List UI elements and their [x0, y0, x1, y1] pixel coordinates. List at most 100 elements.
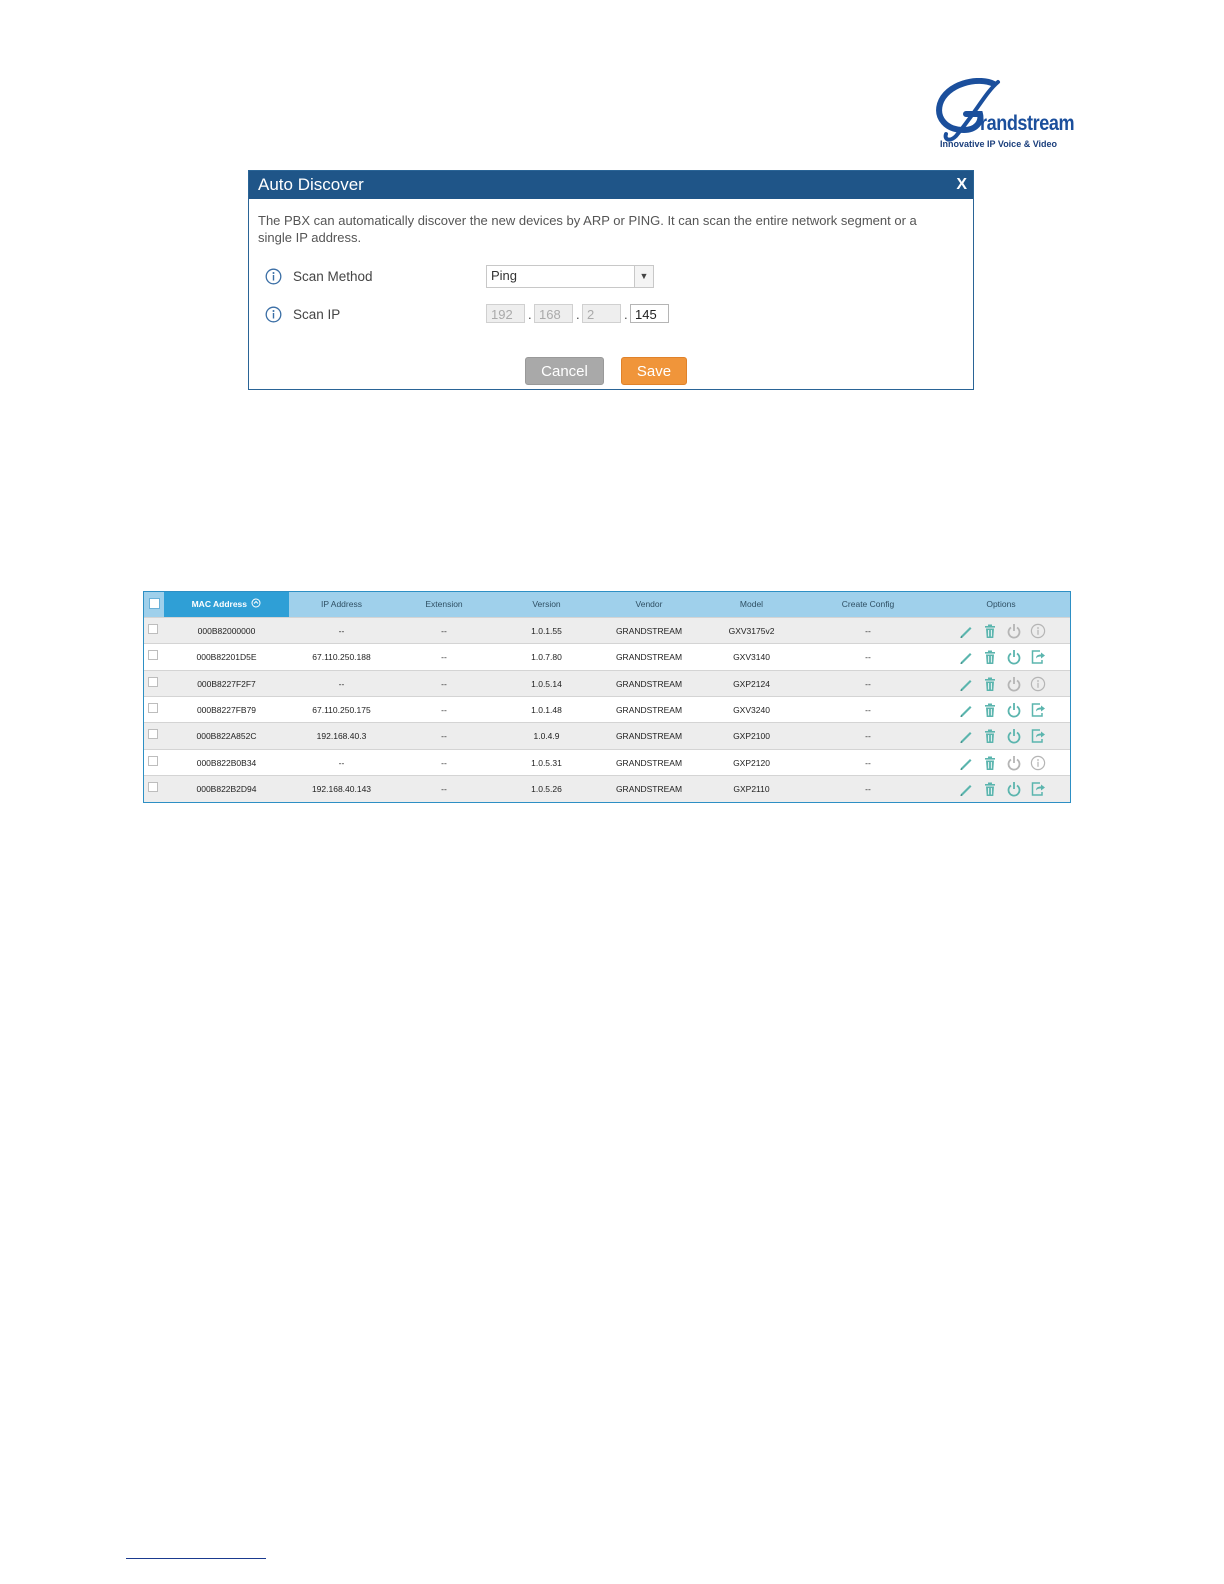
cell-version: 1.0.5.26 [531, 783, 562, 794]
close-button[interactable]: X [956, 176, 967, 194]
cell-model: GXP2100 [733, 731, 770, 742]
row-checkbox[interactable] [148, 650, 158, 661]
cell-vendor: GRANDSTREAM [615, 626, 683, 636]
edit-icon[interactable] [958, 623, 974, 639]
scan-method-select[interactable]: Ping ▼ [486, 265, 654, 288]
export-icon[interactable] [1030, 649, 1046, 665]
chevron-down-icon[interactable]: ▼ [634, 266, 653, 287]
cell-model: GXP2120 [733, 757, 770, 768]
trash-icon[interactable] [982, 728, 998, 744]
power-icon[interactable] [1006, 702, 1022, 718]
devices-table: MAC Address IP Address Extension Version… [143, 591, 1071, 803]
cell-vendor: GRANDSTREAM [615, 783, 683, 794]
table-row[interactable]: 000B82000000 -- -- 1.0.1.55 GRANDSTREAM GXV31… [144, 617, 1070, 644]
dialog-title: Auto Discover [258, 175, 364, 194]
cell-ext: -- [441, 757, 447, 768]
save-button[interactable]: Save [621, 357, 687, 385]
cell-config: -- [865, 678, 871, 689]
footer-divider [126, 1558, 266, 1559]
ip-octet-4-input[interactable]: 145 [630, 304, 669, 323]
auto-discover-dialog: Auto Discover X The PBX can automaticall… [248, 170, 974, 390]
cell-ext: -- [441, 678, 447, 689]
sort-icon[interactable] [251, 598, 261, 608]
cell-ext: -- [441, 731, 447, 742]
edit-icon[interactable] [958, 676, 974, 692]
cell-mac: 000B822A852C [196, 731, 257, 742]
logo-wordmark: randstream [980, 112, 1075, 135]
cell-mac: 000B822B0B34 [196, 757, 257, 768]
edit-icon[interactable] [958, 702, 974, 718]
info-icon[interactable] [1030, 623, 1046, 639]
grandstream-logo: randstream Innovative IP Voice & Video [936, 78, 1075, 152]
edit-icon[interactable] [958, 755, 974, 771]
info-icon[interactable] [1030, 676, 1046, 692]
table-row[interactable]: 000B8227FB79 67.110.250.175 -- 1.0.1.48 GRAN… [144, 695, 1070, 723]
trash-icon[interactable] [982, 781, 998, 797]
column-model[interactable]: Model [699, 592, 804, 617]
power-icon[interactable] [1006, 649, 1022, 665]
power-icon [1006, 623, 1022, 639]
ip-separator: . [576, 307, 580, 322]
power-icon[interactable] [1006, 728, 1022, 744]
cell-ext: -- [441, 704, 447, 715]
cell-mac: 000B8227FB79 [196, 704, 257, 715]
table-row[interactable]: 000B82201D5E 67.110.250.188 -- 1.0.7.80 GRAN… [144, 643, 1070, 671]
cell-model: GXV3240 [733, 704, 770, 715]
info-icon[interactable] [1030, 755, 1046, 771]
table-row[interactable]: 000B822B2D94 192.168.40.143 -- 1.0.5.26 GRAN… [144, 774, 1070, 802]
cell-config: -- [865, 652, 871, 663]
cell-version: 1.0.1.55 [531, 626, 562, 636]
export-icon[interactable] [1030, 781, 1046, 797]
cell-version: 1.0.4.9 [533, 731, 560, 742]
table-row[interactable]: 000B822B0B34 -- -- 1.0.5.31 GRANDSTREAM GXP21… [144, 748, 1070, 776]
cancel-button[interactable]: Cancel [525, 357, 604, 385]
trash-icon[interactable] [982, 676, 998, 692]
cell-mac: 000B82201D5E [196, 652, 257, 663]
cell-model: GXV3140 [733, 652, 770, 663]
column-extension[interactable]: Extension [394, 592, 494, 617]
ip-octet-2-input: 168 [534, 304, 573, 323]
ip-octet-1-input: 192 [486, 304, 525, 323]
table-row[interactable]: 000B822A852C 192.168.40.3 -- 1.0.4.9 GRANDST… [144, 722, 1070, 750]
dialog-header: Auto Discover X [249, 171, 973, 199]
cell-config: -- [865, 757, 871, 768]
row-checkbox[interactable] [148, 624, 158, 634]
column-vendor[interactable]: Vendor [599, 592, 699, 617]
row-checkbox[interactable] [148, 702, 158, 713]
cell-ip: -- [338, 626, 345, 636]
cell-ext: -- [441, 652, 447, 663]
cell-ip: -- [338, 757, 345, 768]
export-icon[interactable] [1030, 702, 1046, 718]
column-version[interactable]: Version [494, 592, 599, 617]
trash-icon[interactable] [982, 702, 998, 718]
power-icon[interactable] [1006, 781, 1022, 797]
column-create-config[interactable]: Create Config [804, 592, 932, 617]
row-checkbox[interactable] [148, 755, 158, 766]
info-icon[interactable] [265, 268, 282, 285]
trash-icon[interactable] [982, 649, 998, 665]
edit-icon[interactable] [958, 649, 974, 665]
row-checkbox[interactable] [148, 729, 158, 740]
trash-icon[interactable] [982, 755, 998, 771]
info-icon[interactable] [265, 306, 282, 323]
scan-method-label: Scan Method [293, 269, 373, 284]
column-mac-address[interactable]: MAC Address [164, 592, 289, 617]
row-checkbox[interactable] [148, 676, 158, 687]
row-checkbox[interactable] [148, 781, 158, 792]
edit-icon[interactable] [958, 781, 974, 797]
export-icon[interactable] [1030, 728, 1046, 744]
table-row[interactable]: 000B8227F2F7 -- -- 1.0.5.14 GRANDSTREAM GXP21… [144, 669, 1070, 697]
ip-octet-3-input: 2 [582, 304, 621, 323]
column-ip-address[interactable]: IP Address [289, 592, 394, 617]
cell-mac: 000B82000000 [197, 626, 256, 636]
edit-icon[interactable] [958, 728, 974, 744]
cell-vendor: GRANDSTREAM [615, 678, 683, 689]
scan-ip-label: Scan IP [293, 307, 341, 322]
cell-vendor: GRANDSTREAM [615, 652, 683, 663]
cell-model: GXP2110 [733, 783, 770, 794]
select-all-checkbox[interactable] [149, 598, 160, 609]
cell-ip: 67.110.250.175 [312, 704, 371, 715]
power-icon [1006, 755, 1022, 771]
cell-mac: 000B8227F2F7 [197, 678, 256, 689]
trash-icon[interactable] [982, 623, 998, 639]
